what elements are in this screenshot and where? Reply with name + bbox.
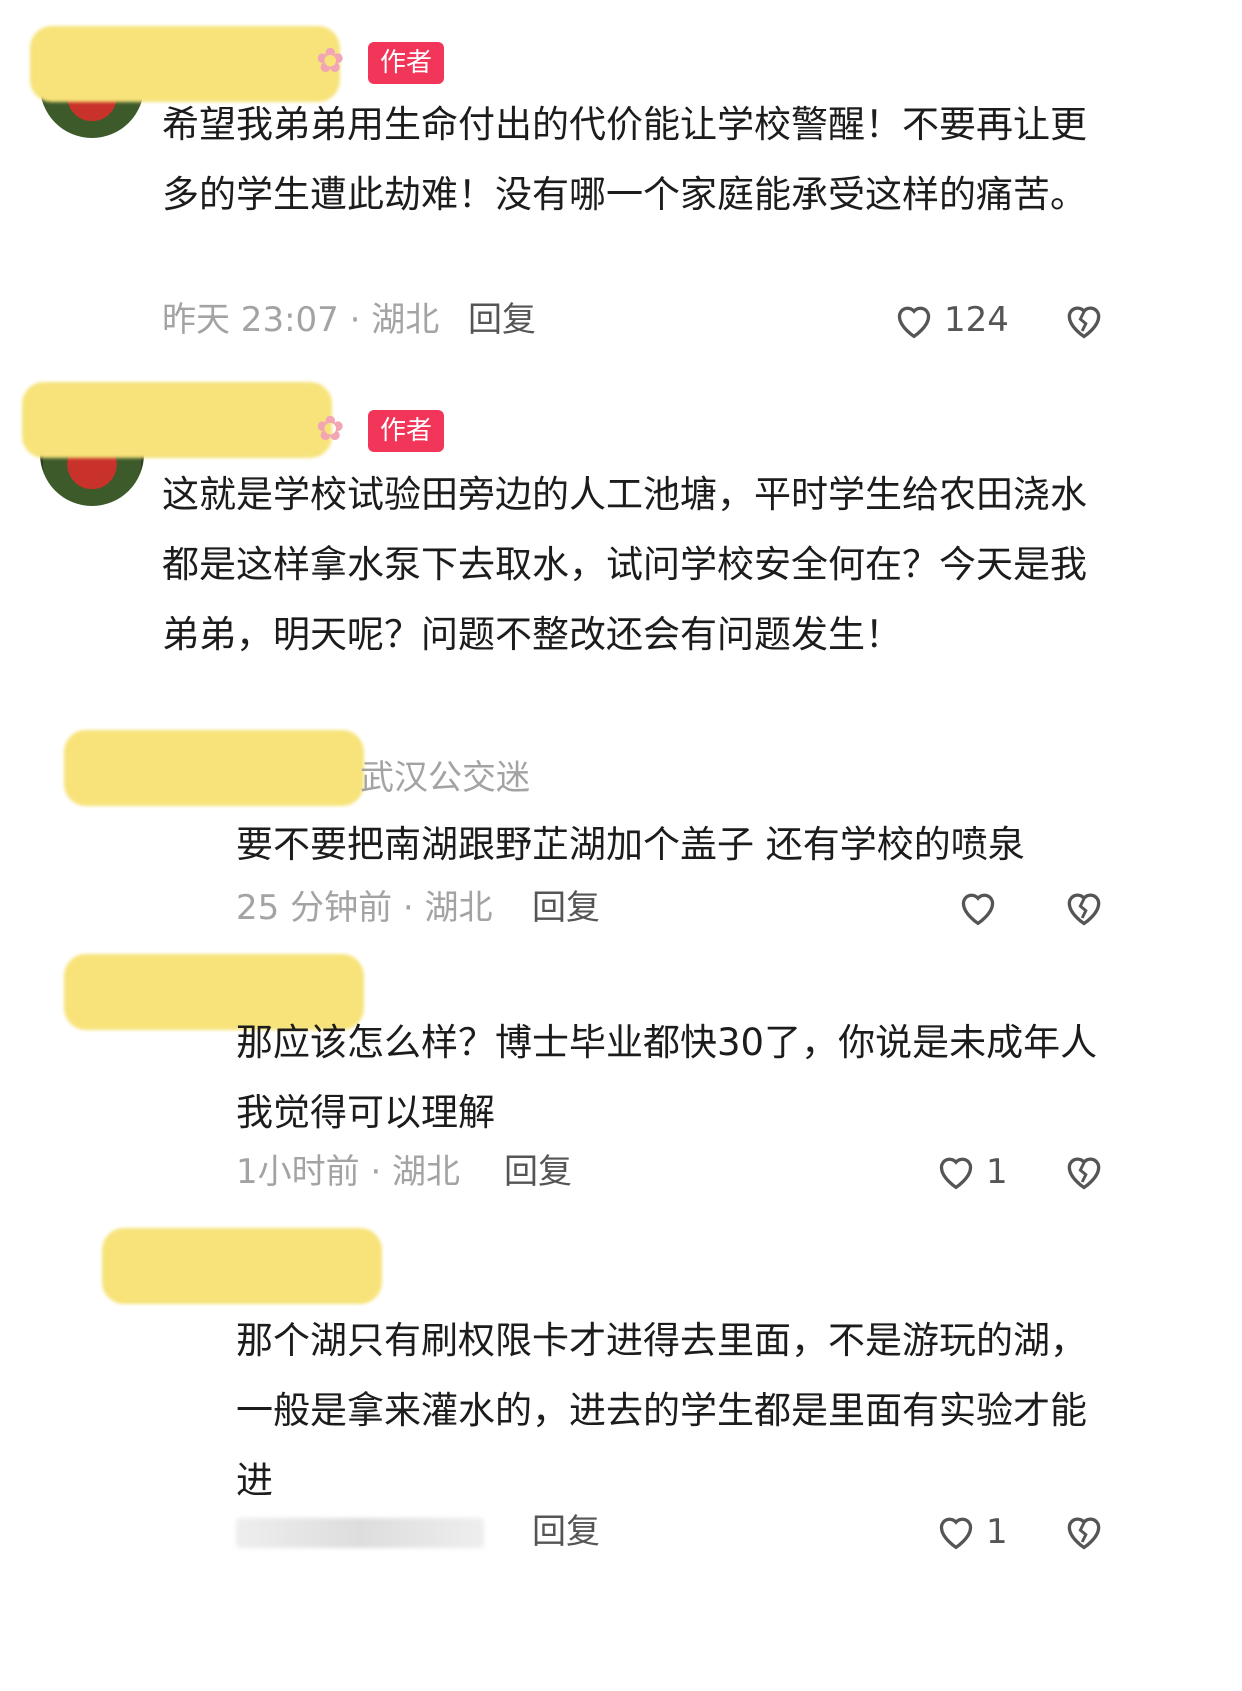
reply-button[interactable]: 回复: [468, 300, 536, 340]
reply-text[interactable]: 那应该怎么样？博士毕业都快30了，你说是未成年人我觉得可以理解: [236, 1008, 1116, 1148]
broken-heart-icon[interactable]: [1062, 1150, 1106, 1192]
broken-heart-icon[interactable]: [1062, 1510, 1106, 1552]
comment-meta: 昨天 23:07 · 湖北: [162, 300, 440, 340]
broken-heart-icon[interactable]: [1062, 299, 1106, 341]
reply-button[interactable]: 回复: [504, 1152, 572, 1192]
like-count: 1: [986, 1152, 1008, 1192]
reply-text[interactable]: 要不要把南湖跟野芷湖加个盖子 还有学校的喷泉: [236, 810, 1116, 880]
heart-outline-icon[interactable]: [934, 1511, 978, 1551]
like-count: 124: [944, 300, 1009, 340]
flower-icon: ✿: [316, 409, 345, 449]
username-redaction: [102, 1228, 382, 1304]
author-badge: 作者: [368, 410, 445, 452]
flower-icon: ✿: [316, 41, 345, 81]
broken-heart-icon[interactable]: [1062, 886, 1106, 928]
reply-username[interactable]: 武汉公交迷: [360, 758, 530, 798]
reply-button[interactable]: 回复: [532, 888, 600, 928]
username-redaction: [64, 730, 364, 806]
like-count: 1: [986, 1512, 1008, 1552]
reply-meta: 25 分钟前 · 湖北: [236, 888, 493, 928]
author-badge: 作者: [368, 42, 445, 84]
reply-text[interactable]: 那个湖只有刷权限卡才进得去里面，不是游玩的湖，一般是拿来灌水的，进去的学生都是里…: [236, 1306, 1116, 1516]
comment-text[interactable]: 希望我弟弟用生命付出的代价能让学校警醒！不要再让更多的学生遭此劫难！没有哪一个家…: [162, 90, 1102, 230]
reply-button[interactable]: 回复: [532, 1512, 600, 1552]
username-redaction: [22, 382, 332, 458]
heart-outline-icon[interactable]: [892, 300, 936, 340]
reply-meta: 1小时前 · 湖北: [236, 1152, 461, 1192]
heart-outline-icon[interactable]: [934, 1151, 978, 1191]
heart-outline-icon[interactable]: [956, 887, 1000, 927]
comment-text[interactable]: 这就是学校试验田旁边的人工池塘，平时学生给农田浇水都是这样拿水泵下去取水，试问学…: [162, 460, 1102, 670]
meta-redaction: [236, 1518, 484, 1548]
